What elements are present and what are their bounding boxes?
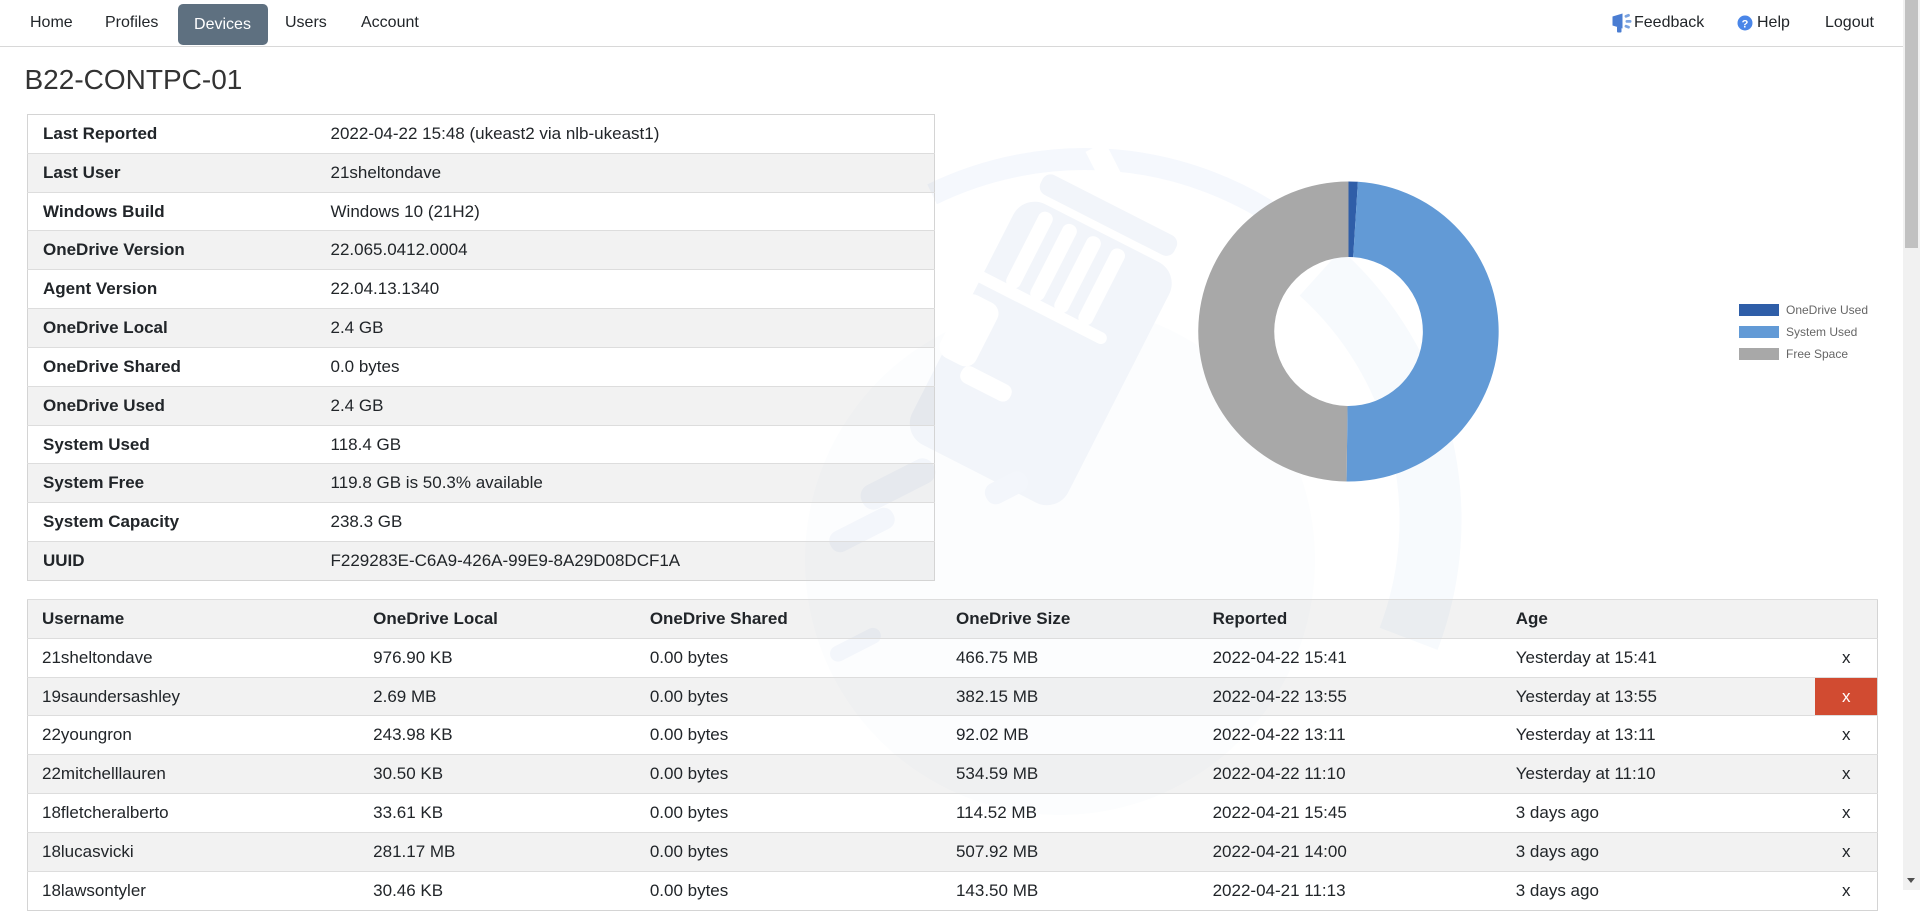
svg-text:?: ? <box>1742 19 1749 31</box>
